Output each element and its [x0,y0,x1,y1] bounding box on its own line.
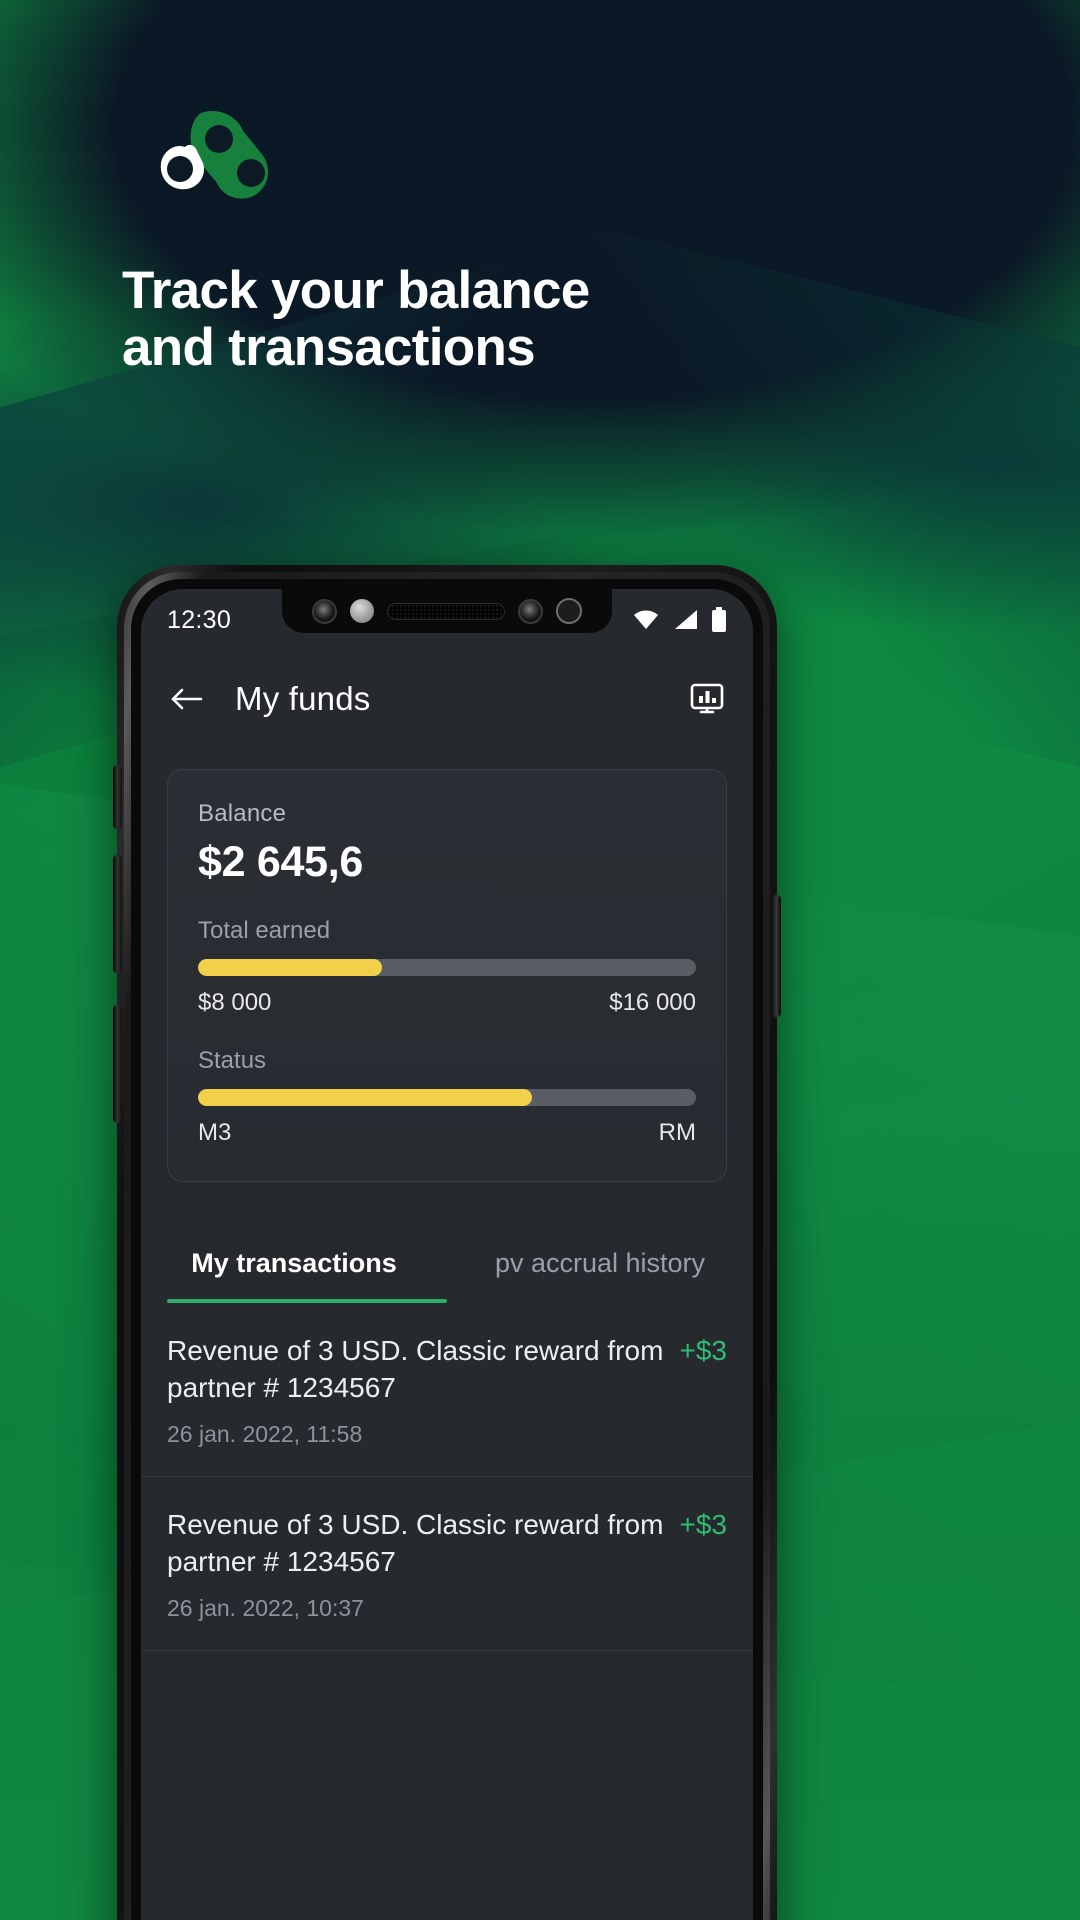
progress-max-value: $16 000 [609,989,696,1016]
status-clock: 12:30 [167,605,232,634]
progress-track [198,1089,696,1106]
transaction-title: Revenue of 3 USD. Classic reward from pa… [167,1508,664,1577]
status-bar: 12:30 [141,589,753,651]
status-icons [631,607,727,633]
table-row[interactable]: Revenue of 3 USD. Classic reward from pa… [141,1303,753,1477]
proximity-sensor-icon [350,599,374,623]
transaction-list: Revenue of 3 USD. Classic reward from pa… [141,1303,753,1651]
wifi-icon [634,610,658,629]
phone-screen: 12:30 My funds Balance $2 645,6 Total ea… [141,589,753,1920]
battery-icon [712,607,726,632]
front-camera-icon [312,598,337,624]
progress-fill [198,1089,532,1106]
transaction-date: 26 jan. 2022, 11:58 [167,1420,363,1447]
phone-notch [282,589,612,633]
metric-label: Status [198,1047,267,1074]
statistics-button[interactable] [687,679,727,719]
transaction-date: 26 jan. 2022, 10:37 [167,1594,364,1621]
front-camera-secondary-icon [518,598,543,624]
progress-fill [198,959,383,976]
transaction-main: Revenue of 3 USD. Classic reward from pa… [167,1507,680,1622]
transaction-title: Revenue of 3 USD. Classic reward from pa… [167,1335,664,1403]
headline-line-2: and transactions [122,318,536,378]
phone-mockup: 12:30 My funds Balance $2 645,6 Total ea… [113,565,781,1920]
tab-active-indicator [167,1299,447,1303]
metric-total-earned: Total earned $8 000 $16 000 [198,917,696,1017]
phone-power-button[interactable] [772,895,781,1017]
app-bar-title: My funds [235,680,371,717]
ambient-light-sensor-icon [556,598,582,624]
back-button[interactable] [167,679,207,719]
balance-amount: $2 645,6 [198,838,363,886]
tab-my-transactions[interactable]: My transactions [141,1226,447,1299]
progress-track [198,959,696,976]
earpiece-speaker [387,602,505,620]
balance-card: Balance $2 645,6 Total earned $8 000 $16… [167,769,727,1182]
metric-status: Status M3 RM [198,1047,696,1147]
app-bar: My funds [141,651,753,747]
transaction-amount: +$3 [679,1508,728,1540]
phone-volume-up-button[interactable] [113,855,122,973]
progress-min-value: M3 [198,1119,232,1146]
progress-legend: M3 RM [198,1119,696,1147]
chain-link-logo [133,105,283,205]
tabs-container: My transactions pv accrual history [141,1226,753,1303]
transaction-amount: +$3 [679,1335,728,1366]
promo-screenshot: Track your balance and transactions 12:3… [0,0,1080,1920]
headline-line-1: Track your balance [122,261,590,320]
progress-min-value: $8 000 [198,989,272,1016]
balance-label: Balance [198,800,287,827]
chart-monitor-icon [690,683,724,714]
tab-pv-accrual-history[interactable]: pv accrual history [447,1226,753,1299]
progress-legend: $8 000 $16 000 [198,989,696,1017]
arrow-left-icon [171,688,203,710]
table-row[interactable]: Revenue of 3 USD. Classic reward from pa… [141,1477,753,1651]
transaction-main: Revenue of 3 USD. Classic reward from pa… [167,1333,680,1448]
cellular-signal-icon [675,610,697,629]
phone-volume-down-button[interactable] [113,1005,122,1123]
metric-label: Total earned [198,917,331,944]
tab-bar: My transactions pv accrual history [141,1226,753,1299]
phone-button-left-1[interactable] [113,765,122,829]
progress-max-value: RM [658,1119,696,1146]
page-title: Track your balance and transactions [122,261,762,378]
